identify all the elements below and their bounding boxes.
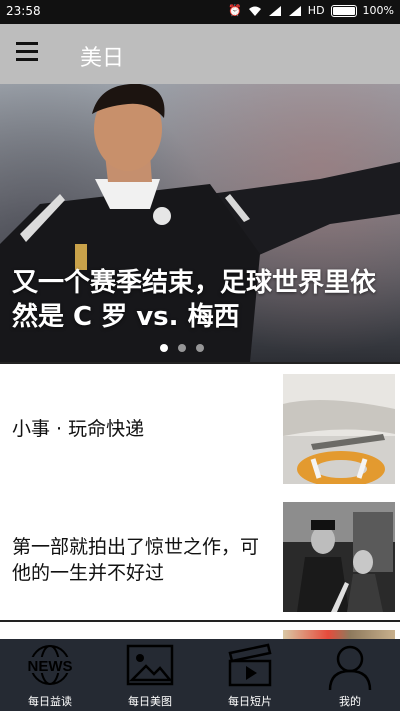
pager-dot[interactable] [196, 344, 204, 352]
nav-label: 每日益读 [28, 695, 72, 708]
hamburger-icon [16, 42, 38, 45]
app-bar: 美日 [0, 24, 400, 84]
signal-icon-2 [288, 6, 301, 16]
battery-icon [330, 5, 357, 17]
network-type: HD [307, 4, 325, 17]
nav-label: 每日美图 [128, 695, 172, 708]
article-thumbnail [283, 374, 395, 484]
pager-dot[interactable] [160, 344, 168, 352]
svg-text:NEWS: NEWS [28, 658, 73, 675]
app-title: 美日 [80, 46, 125, 71]
image-icon [126, 644, 174, 686]
nav-label: 每日短片 [228, 695, 272, 708]
article-list-item[interactable]: 第一部就拍出了惊世之作，可他的一生并不好过 [0, 492, 400, 622]
video-icon [228, 643, 272, 687]
signal-icon [268, 6, 281, 16]
status-bar: 23:58 ⏰ HD 100% [0, 0, 400, 24]
battery-level: 100% [362, 4, 394, 17]
hero-caption: 又一个赛季结束，足球世界里依然是 C 罗 vs. 梅西 [12, 268, 377, 332]
nav-item-profile[interactable]: 我的 [300, 639, 400, 711]
pager-dot[interactable] [178, 344, 186, 352]
menu-button[interactable] [16, 42, 46, 66]
nav-label: 我的 [339, 695, 361, 708]
carousel-indicator [160, 344, 204, 352]
hero-banner[interactable]: 又一个赛季结束，足球世界里依然是 C 罗 vs. 梅西 [0, 84, 400, 362]
article-list-item[interactable]: 小事 · 玩命快递 [0, 362, 400, 494]
article-title: 小事 · 玩命快递 [12, 418, 145, 440]
wifi-icon [248, 6, 261, 16]
nav-item-daily-video[interactable]: 每日短片 [200, 639, 300, 711]
nav-item-daily-reading[interactable]: NEWS 每日益读 [0, 639, 100, 711]
status-icons: ⏰ HD 100% [228, 3, 394, 19]
nav-item-daily-image[interactable]: 每日美图 [100, 639, 200, 711]
article-thumbnail [283, 502, 395, 612]
article-title: 第一部就拍出了惊世之作，可他的一生并不好过 [12, 536, 260, 584]
news-icon: NEWS [25, 645, 75, 685]
status-time: 23:58 [6, 4, 41, 18]
bottom-navigation: NEWS 每日益读 每日美图 每日短片 我的 [0, 639, 400, 711]
profile-icon [328, 645, 372, 691]
alarm-icon: ⏰ [228, 4, 242, 17]
